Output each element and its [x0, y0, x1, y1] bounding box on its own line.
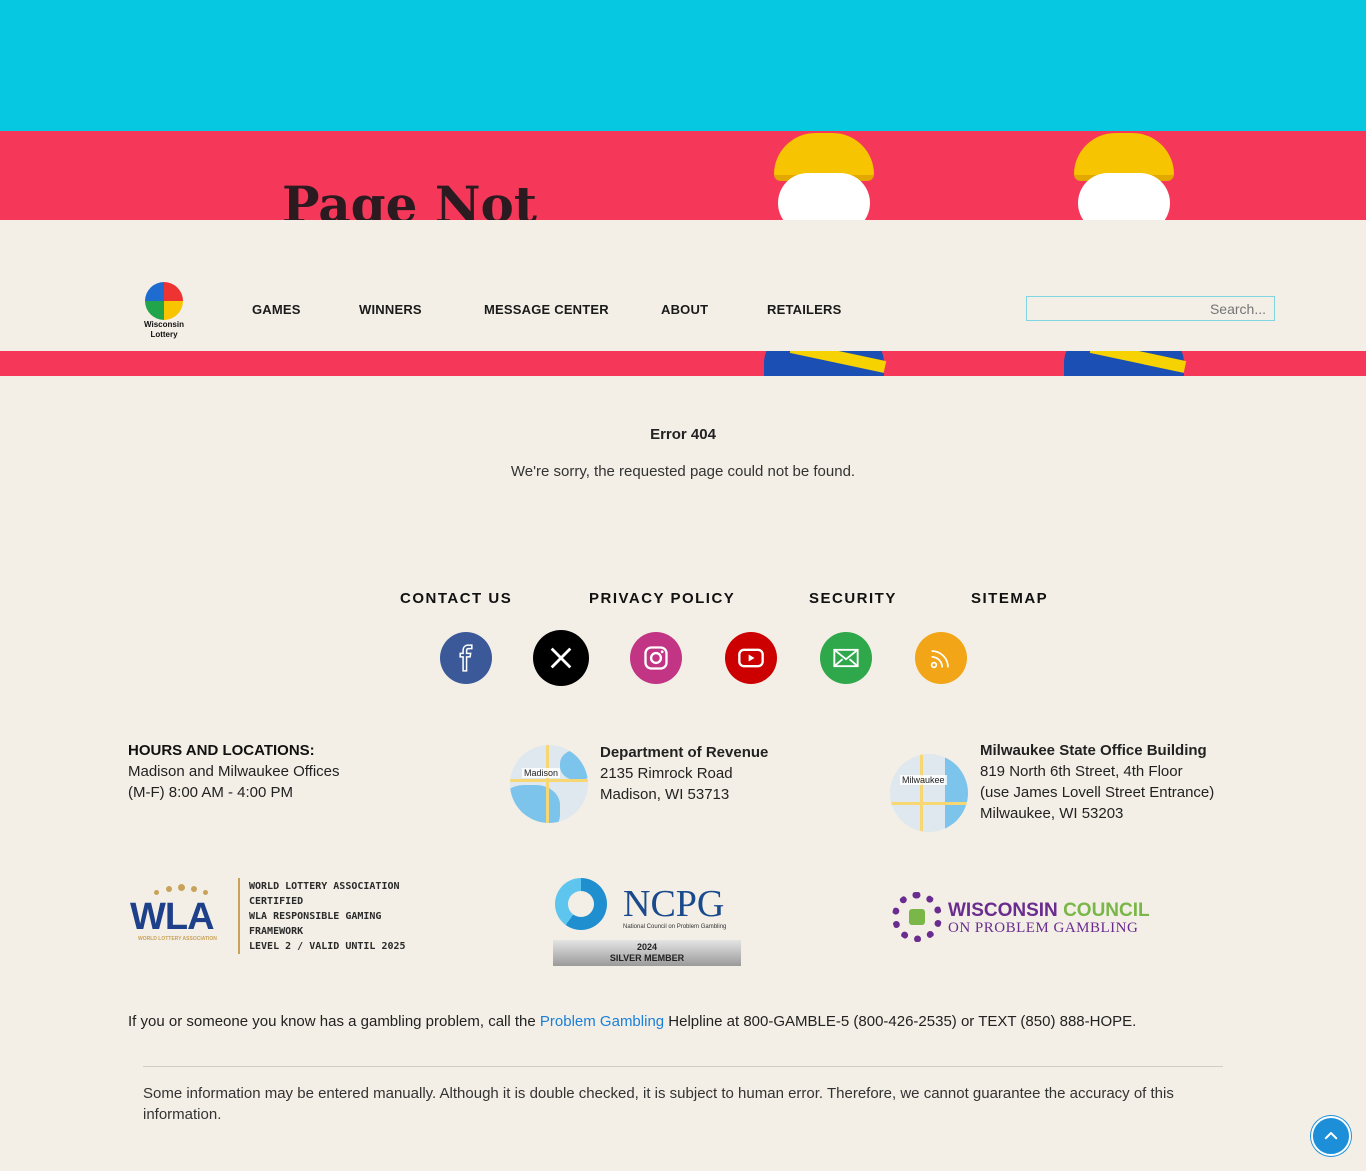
ncpg-member-badge[interactable]: NCPG National Council on Problem Gamblin…	[553, 878, 743, 968]
wla-logo-text: WLA	[130, 896, 215, 938]
wcpg-logo-icon	[892, 892, 942, 942]
instagram-icon	[644, 646, 668, 670]
ncpg-year: 2024	[636, 942, 658, 952]
wcpg-logo-title: WISCONSIN COUNCIL	[948, 900, 1150, 921]
ncpg-tier: SILVER MEMBER	[609, 953, 685, 963]
nav-games[interactable]: GAMES	[252, 302, 301, 317]
instagram-button[interactable]	[630, 632, 682, 684]
ncpg-logo-text: NCPG	[623, 883, 725, 925]
hours-offices: Madison and Milwaukee Offices	[128, 763, 340, 780]
footer-security-link[interactable]: SECURITY	[809, 590, 897, 607]
footer-privacy-policy-link[interactable]: PRIVACY POLICY	[589, 590, 735, 607]
gambling-text-after: Helpline at 800-GAMBLE-5 (800-426-2535) …	[664, 1013, 1137, 1030]
disclaimer-text: Some information may be entered manually…	[143, 1085, 1174, 1123]
nav-about[interactable]: ABOUT	[661, 302, 708, 317]
madison-office-name: Department of Revenue	[600, 744, 769, 761]
chevron-up-icon	[1324, 1132, 1338, 1140]
youtube-icon	[738, 648, 764, 668]
map-label: Madison	[522, 768, 561, 778]
nav-message-center[interactable]: MESSAGE CENTER	[484, 302, 609, 317]
main-navbar: Wisconsin Lottery GAMES WINNERS MESSAGE C…	[0, 220, 1366, 351]
back-to-top-button[interactable]	[1311, 1116, 1351, 1156]
hours-title: HOURS AND LOCATIONS:	[128, 742, 315, 759]
search-input[interactable]	[1026, 296, 1275, 321]
ncpg-logo-icon	[555, 878, 607, 930]
email-button[interactable]	[820, 632, 872, 684]
gambling-text-before: If you or someone you know has a gamblin…	[128, 1013, 540, 1030]
wla-dots	[142, 884, 218, 896]
error-message: We're sorry, the requested page could no…	[510, 463, 856, 480]
madison-address-line1: 2135 Rimrock Road	[600, 765, 733, 782]
hours-times: (M-F) 8:00 AM - 4:00 PM	[128, 784, 294, 801]
youtube-button[interactable]	[725, 632, 777, 684]
milwaukee-office-name: Milwaukee State Office Building	[980, 742, 1207, 759]
footer-contact-us-link[interactable]: CONTACT US	[400, 590, 512, 607]
milwaukee-map-thumbnail[interactable]: Milwaukee	[890, 754, 968, 832]
nav-winners[interactable]: WINNERS	[359, 302, 422, 317]
madison-address-line2: Madison, WI 53713	[600, 786, 730, 803]
wla-certification-text: WORLD LOTTERY ASSOCIATION CERTIFIED WLA …	[249, 881, 406, 952]
milwaukee-address-line1: 819 North 6th Street, 4th Floor	[980, 763, 1183, 780]
problem-gambling-link[interactable]: Problem Gambling	[540, 1013, 664, 1030]
footer-sitemap-link[interactable]: SITEMAP	[971, 590, 1048, 607]
rss-button[interactable]	[915, 632, 967, 684]
logo-text: Wisconsin	[144, 320, 184, 329]
email-icon	[833, 648, 859, 668]
top-banner	[0, 0, 1366, 131]
milwaukee-address-line2: (use James Lovell Street Entrance)	[980, 784, 1215, 801]
madison-map-thumbnail[interactable]: Madison	[510, 745, 588, 823]
ncpg-subtitle: National Council on Problem Gambling	[623, 924, 727, 930]
wisconsin-lottery-logo[interactable]: Wisconsin Lottery	[142, 282, 186, 342]
wla-logo-subtext: WORLD LOTTERY ASSOCIATION	[138, 936, 217, 942]
nav-retailers[interactable]: RETAILERS	[767, 302, 842, 317]
wcpg-logo-subtitle: ON PROBLEM GAMBLING	[948, 920, 1139, 936]
map-label: Milwaukee	[900, 775, 947, 785]
milwaukee-address-line3: Milwaukee, WI 53203	[980, 805, 1124, 822]
ncpg-silver-ribbon: 2024 SILVER MEMBER	[553, 940, 741, 966]
wcpg-badge[interactable]: WISCONSIN COUNCIL ON PROBLEM GAMBLING	[892, 890, 1152, 945]
footer-divider	[143, 1066, 1223, 1067]
logo-text: Lottery	[150, 330, 178, 339]
x-button[interactable]	[533, 630, 589, 686]
rss-icon	[930, 650, 949, 669]
gambling-helpline-text: If you or someone you know has a gamblin…	[128, 1013, 1136, 1030]
x-icon	[550, 647, 572, 669]
error-title: Error 404	[650, 426, 716, 443]
lottery-logo-icon	[145, 282, 183, 320]
facebook-button[interactable]	[440, 632, 492, 684]
wla-certification-badge[interactable]: WLA WORLD LOTTERY ASSOCIATION WORLD LOTT…	[128, 876, 438, 956]
facebook-icon	[459, 644, 473, 672]
